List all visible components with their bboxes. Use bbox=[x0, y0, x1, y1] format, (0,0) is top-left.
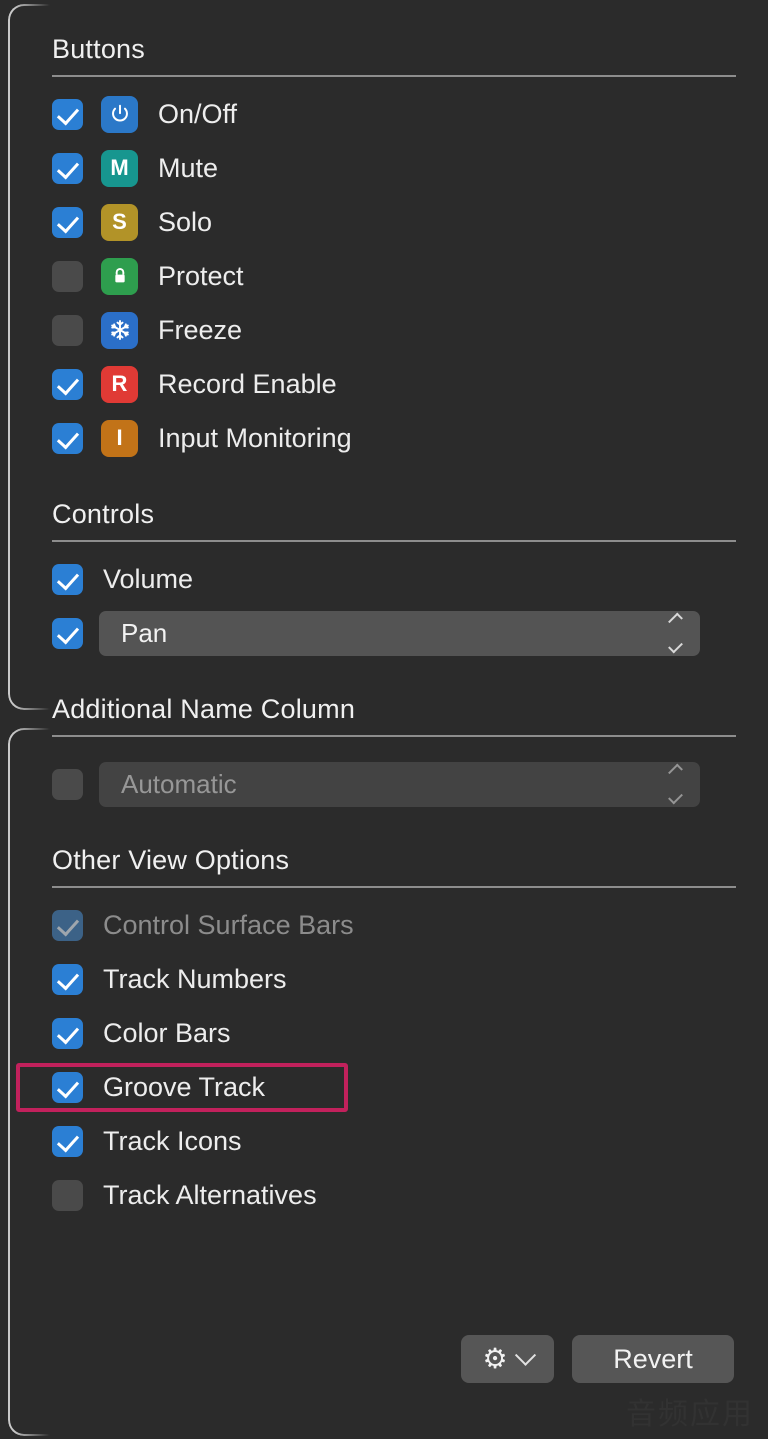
option-label-input-monitoring: Input Monitoring bbox=[158, 422, 352, 453]
option-label-mute: Mute bbox=[158, 152, 219, 183]
mute-icon: M bbox=[101, 149, 138, 187]
option-label-track-alternatives: Track Alternatives bbox=[103, 1179, 317, 1210]
additional-name-column-dropdown-value: Automatic bbox=[121, 768, 237, 799]
checkbox-record-enable[interactable] bbox=[52, 368, 83, 400]
option-row-track-alternatives[interactable]: Track Alternatives bbox=[34, 1168, 734, 1222]
option-label-on-off: On/Off bbox=[158, 98, 238, 129]
snowflake-icon bbox=[101, 311, 138, 349]
checkbox-volume[interactable] bbox=[52, 563, 83, 595]
additional-name-column-dropdown[interactable]: Automatic bbox=[99, 761, 700, 807]
lock-icon bbox=[101, 257, 138, 295]
track-header-configuration-panel: Buttons On/Off M Mute S Solo Protect Fre… bbox=[0, 0, 768, 1439]
checkbox-control-surface-bars bbox=[52, 909, 83, 941]
option-label-control-surface-bars: Control Surface Bars bbox=[103, 909, 354, 940]
pan-dropdown[interactable]: Pan bbox=[99, 610, 700, 656]
section-title-controls: Controls bbox=[52, 499, 155, 529]
option-row-track-icons[interactable]: Track Icons bbox=[34, 1114, 734, 1168]
pan-dropdown-value: Pan bbox=[121, 617, 168, 648]
option-row-additional-name-column[interactable]: Automatic bbox=[34, 757, 734, 811]
option-row-control-surface-bars[interactable]: Control Surface Bars bbox=[34, 898, 734, 952]
checkbox-track-alternatives[interactable] bbox=[52, 1179, 83, 1211]
option-label-color-bars: Color Bars bbox=[103, 1017, 231, 1048]
option-row-freeze[interactable]: Freeze bbox=[34, 303, 734, 357]
checkbox-input-monitoring[interactable] bbox=[52, 422, 83, 454]
solo-icon: S bbox=[101, 203, 138, 241]
checkbox-on-off[interactable] bbox=[52, 98, 83, 130]
revert-button[interactable]: Revert bbox=[572, 1335, 734, 1383]
option-label-volume: Volume bbox=[103, 563, 194, 594]
option-row-solo[interactable]: S Solo bbox=[34, 195, 734, 249]
option-row-pan[interactable]: Pan bbox=[34, 606, 734, 660]
section-additional-name-column: Additional Name Column Automatic bbox=[34, 694, 736, 811]
section-buttons: Buttons On/Off M Mute S Solo Protect Fre… bbox=[34, 34, 736, 465]
option-row-groove-track[interactable]: Groove Track bbox=[16, 1060, 734, 1114]
action-menu-button[interactable]: ⚙ bbox=[461, 1335, 554, 1383]
checkbox-track-numbers[interactable] bbox=[52, 963, 83, 995]
checkbox-color-bars[interactable] bbox=[52, 1017, 83, 1049]
option-row-mute[interactable]: M Mute bbox=[34, 141, 734, 195]
checkbox-groove-track[interactable] bbox=[52, 1071, 83, 1103]
checkbox-pan[interactable] bbox=[52, 617, 83, 649]
power-icon bbox=[101, 95, 138, 133]
option-row-color-bars[interactable]: Color Bars bbox=[34, 1006, 734, 1060]
stepper-icon[interactable] bbox=[664, 763, 686, 805]
option-label-track-numbers: Track Numbers bbox=[103, 963, 287, 994]
checkbox-protect[interactable] bbox=[52, 260, 83, 292]
option-row-on-off[interactable]: On/Off bbox=[34, 87, 734, 141]
option-label-groove-track: Groove Track bbox=[103, 1071, 266, 1102]
section-title-buttons: Buttons bbox=[52, 34, 145, 64]
gear-icon: ⚙ bbox=[482, 1343, 508, 1374]
section-title-other-view-options: Other View Options bbox=[52, 845, 290, 875]
option-row-protect[interactable]: Protect bbox=[34, 249, 734, 303]
option-label-protect: Protect bbox=[158, 260, 244, 291]
option-row-volume[interactable]: Volume bbox=[34, 552, 734, 606]
checkbox-mute[interactable] bbox=[52, 152, 83, 184]
option-row-input-monitoring[interactable]: I Input Monitoring bbox=[34, 411, 734, 465]
checkbox-solo[interactable] bbox=[52, 206, 83, 238]
section-controls: Controls Volume Pan bbox=[34, 499, 736, 660]
checkbox-track-icons[interactable] bbox=[52, 1125, 83, 1157]
option-row-track-numbers[interactable]: Track Numbers bbox=[34, 952, 734, 1006]
option-label-freeze: Freeze bbox=[158, 314, 243, 345]
watermark: 音频应用 bbox=[626, 1397, 754, 1432]
chevron-down-icon bbox=[514, 1344, 536, 1366]
stepper-icon[interactable] bbox=[664, 612, 686, 654]
option-label-solo: Solo bbox=[158, 206, 213, 237]
option-label-record-enable: Record Enable bbox=[158, 368, 337, 399]
section-title-additional-name-column: Additional Name Column bbox=[52, 694, 356, 724]
footer-actions: ⚙ Revert bbox=[461, 1335, 734, 1383]
input-monitoring-icon: I bbox=[101, 419, 138, 457]
record-icon: R bbox=[101, 365, 138, 403]
section-other-view-options: Other View Options Control Surface Bars … bbox=[16, 845, 736, 1222]
checkbox-freeze[interactable] bbox=[52, 314, 83, 346]
checkbox-additional-name-column[interactable] bbox=[52, 768, 83, 800]
option-row-record-enable[interactable]: R Record Enable bbox=[34, 357, 734, 411]
option-label-track-icons: Track Icons bbox=[103, 1125, 242, 1156]
panel-content: Buttons On/Off M Mute S Solo Protect Fre… bbox=[0, 0, 768, 1439]
